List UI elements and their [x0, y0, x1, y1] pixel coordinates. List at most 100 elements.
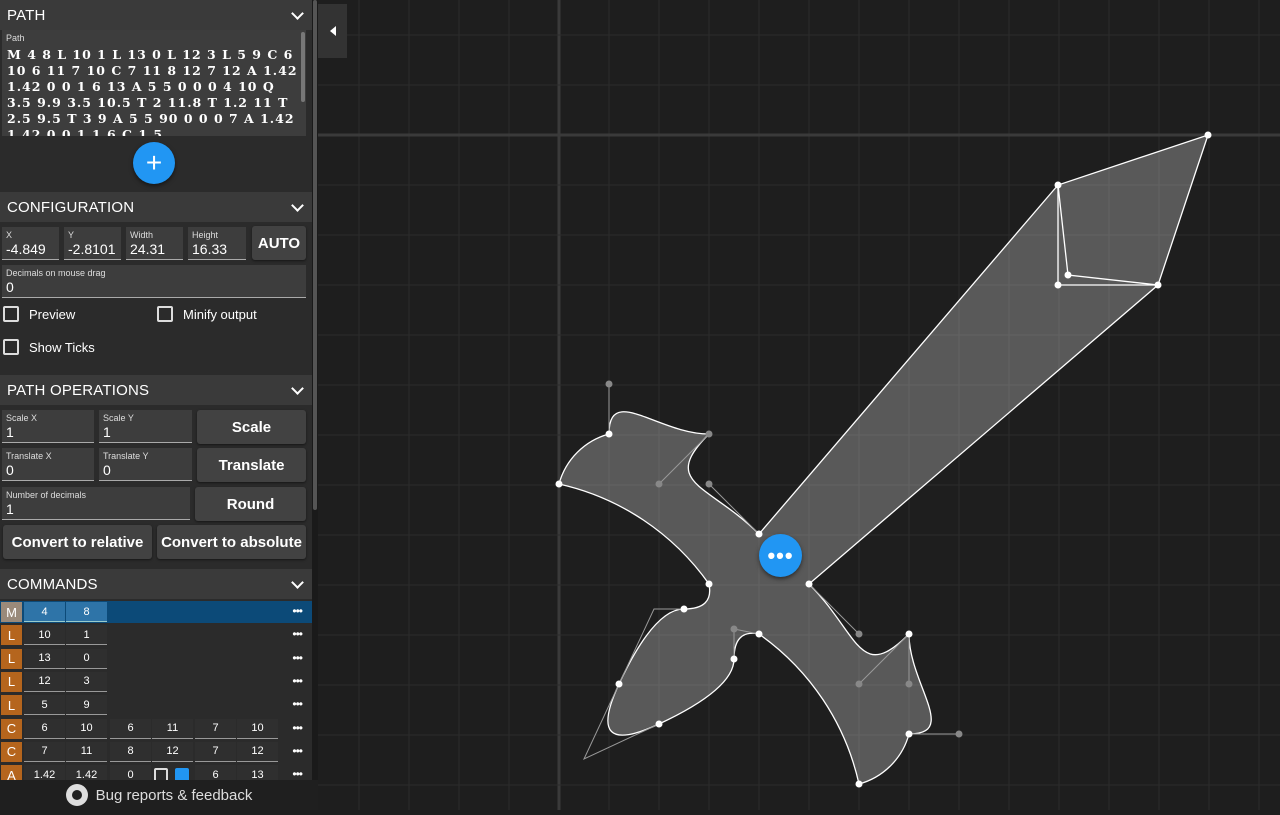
anchor-point[interactable]	[855, 780, 863, 788]
command-row[interactable]: L 12 3 •••	[0, 671, 312, 693]
command-value[interactable]: 12	[152, 741, 193, 762]
convert-to-absolute-button[interactable]: Convert to absolute	[157, 525, 306, 559]
control-handle[interactable]	[855, 680, 863, 688]
command-type[interactable]: L	[1, 648, 22, 669]
commands-section-header[interactable]: COMMANDS	[0, 569, 312, 599]
decimals-drag-value[interactable]: 0	[6, 279, 14, 295]
command-value[interactable]: 6	[24, 718, 65, 739]
command-value[interactable]: 5	[24, 695, 65, 716]
control-handle[interactable]	[905, 680, 913, 688]
command-type[interactable]: C	[1, 718, 22, 739]
translate-button[interactable]: Translate	[197, 448, 306, 482]
anchor-point[interactable]	[555, 480, 563, 488]
command-type[interactable]: L	[1, 671, 22, 692]
checkbox-icon[interactable]	[157, 306, 173, 322]
scale-y-field[interactable]: Scale Y 1	[99, 410, 192, 443]
collapse-sidebar-button[interactable]	[318, 4, 347, 58]
command-value[interactable]: 3	[66, 671, 107, 692]
anchor-point[interactable]	[1054, 281, 1062, 289]
round-button[interactable]: Round	[195, 487, 306, 521]
anchor-point[interactable]	[755, 630, 763, 638]
x-field[interactable]: X -4.849	[2, 227, 59, 260]
command-type[interactable]: L	[1, 695, 22, 716]
number-of-decimals-field[interactable]: Number of decimals 1	[2, 487, 190, 520]
anchor-point[interactable]	[1054, 181, 1062, 189]
anchor-point[interactable]	[705, 580, 713, 588]
path-operations-section-header[interactable]: PATH OPERATIONS	[0, 375, 312, 405]
control-handle[interactable]	[955, 730, 963, 738]
command-value[interactable]: 0	[66, 648, 107, 669]
command-value[interactable]: 6	[110, 718, 151, 739]
command-row[interactable]: L 5 9 •••	[0, 694, 312, 716]
anchor-point[interactable]	[1204, 131, 1212, 139]
command-value[interactable]: 7	[195, 741, 236, 762]
command-value[interactable]: 7	[195, 718, 236, 739]
minify-checkbox[interactable]: Minify output	[157, 306, 257, 322]
chevron-down-icon[interactable]	[290, 577, 304, 591]
anchor-point[interactable]	[605, 430, 613, 438]
height-field-value[interactable]: 16.33	[192, 241, 227, 257]
command-value[interactable]: 9	[66, 695, 107, 716]
scale-x-value[interactable]: 1	[6, 424, 14, 440]
path-fill[interactable]	[558, 133, 1210, 785]
sidebar-scroll-thumb[interactable]	[313, 0, 317, 510]
anchor-point[interactable]	[1154, 281, 1162, 289]
control-handle[interactable]	[855, 630, 863, 638]
chevron-down-icon[interactable]	[290, 383, 304, 397]
x-field-value[interactable]: -4.849	[6, 241, 46, 257]
control-handle[interactable]	[655, 480, 663, 488]
translate-y-field[interactable]: Translate Y 0	[99, 448, 192, 481]
chevron-down-icon[interactable]	[290, 8, 304, 22]
scale-x-field[interactable]: Scale X 1	[2, 410, 94, 443]
width-field-value[interactable]: 24.31	[130, 241, 165, 257]
anchor-point[interactable]	[730, 655, 738, 663]
command-row[interactable]: C 7 11 8 12 7 12 •••	[0, 741, 312, 763]
preview-checkbox[interactable]: Preview	[3, 306, 75, 322]
show-ticks-checkbox[interactable]: Show Ticks	[3, 339, 95, 355]
path-textarea[interactable]: Path M 4 8 L 10 1 L 13 0 L 12 3 L 5 9 C …	[2, 30, 306, 136]
more-horizontal-icon[interactable]: •••	[292, 674, 303, 688]
command-row[interactable]: C 6 10 6 11 7 10 •••	[0, 718, 312, 740]
anchor-point[interactable]	[755, 530, 763, 538]
command-value[interactable]: 12	[237, 741, 278, 762]
auto-button[interactable]: AUTO	[252, 226, 306, 260]
configuration-section-header[interactable]: CONFIGURATION	[0, 192, 312, 222]
command-value[interactable]: 4	[24, 602, 65, 622]
command-row[interactable]: L 10 1 •••	[0, 624, 312, 646]
y-field-value[interactable]: -2.8101	[68, 241, 115, 257]
command-value[interactable]: 12	[24, 671, 65, 692]
height-field[interactable]: Height 16.33	[188, 227, 246, 260]
chevron-down-icon[interactable]	[290, 200, 304, 214]
canvas-svg[interactable]	[318, 0, 1280, 810]
translate-y-value[interactable]: 0	[103, 462, 111, 478]
anchor-point[interactable]	[905, 730, 913, 738]
anchor-point[interactable]	[655, 720, 663, 728]
scale-y-value[interactable]: 1	[103, 424, 111, 440]
decimals-drag-field[interactable]: Decimals on mouse drag 0	[2, 265, 306, 298]
command-row[interactable]: L 13 0 •••	[0, 648, 312, 670]
translate-x-field[interactable]: Translate X 0	[2, 448, 94, 481]
anchor-point[interactable]	[905, 630, 913, 638]
command-row[interactable]: M 4 8 •••	[0, 601, 312, 623]
more-horizontal-icon[interactable]: •••	[292, 604, 303, 618]
number-of-decimals-value[interactable]: 1	[6, 501, 14, 517]
command-type[interactable]: C	[1, 741, 22, 762]
add-command-button[interactable]: +	[133, 142, 175, 184]
scale-button[interactable]: Scale	[197, 410, 306, 444]
anchor-point[interactable]	[805, 580, 813, 588]
command-type[interactable]: M	[1, 602, 22, 622]
command-value[interactable]: 11	[66, 741, 107, 762]
point-menu-button[interactable]: •••	[759, 534, 802, 577]
more-horizontal-icon[interactable]: •••	[292, 627, 303, 641]
path-textarea-scrollbar[interactable]	[301, 32, 305, 102]
checkbox-icon[interactable]	[3, 339, 19, 355]
control-handle[interactable]	[705, 430, 713, 438]
command-value[interactable]: 13	[24, 648, 65, 669]
command-value[interactable]: 10	[237, 718, 278, 739]
translate-x-value[interactable]: 0	[6, 462, 14, 478]
command-value[interactable]: 8	[110, 741, 151, 762]
control-handle[interactable]	[705, 480, 713, 488]
more-horizontal-icon[interactable]: •••	[292, 651, 303, 665]
path-value[interactable]: M 4 8 L 10 1 L 13 0 L 12 3 L 5 9 C 6 10 …	[7, 47, 302, 136]
more-horizontal-icon[interactable]: •••	[292, 721, 303, 735]
